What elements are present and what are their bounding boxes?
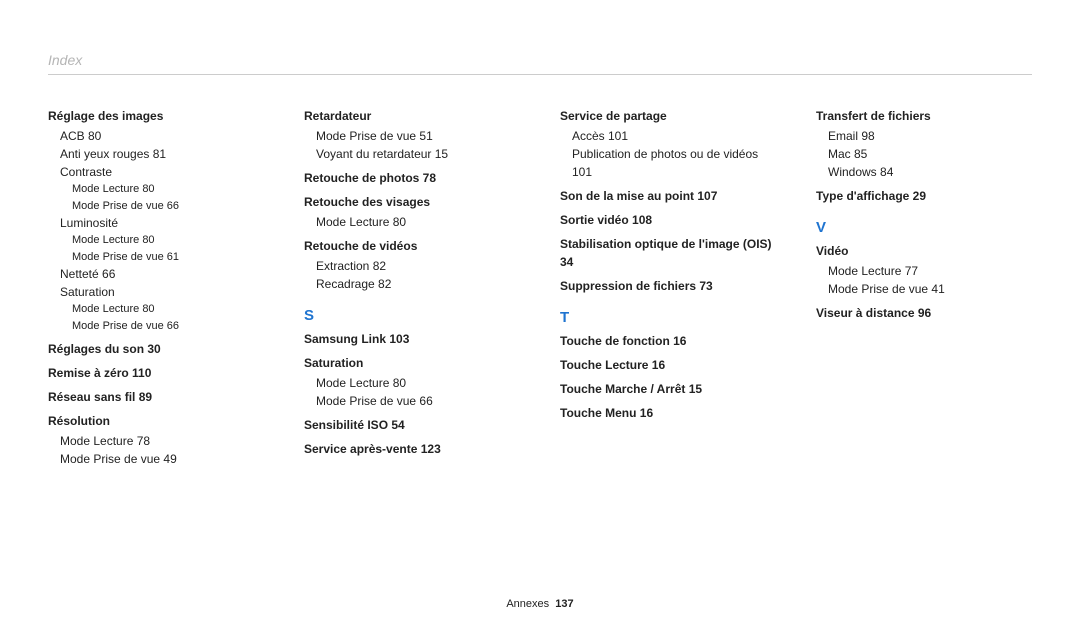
entry: Contraste	[48, 163, 264, 181]
entry-heading: Type d'affichage 29	[816, 187, 1032, 205]
page-footer: Annexes 137	[0, 598, 1080, 610]
entry-heading: Réseau sans fil 89	[48, 388, 264, 406]
entry: Recadrage 82	[304, 275, 520, 293]
entry-heading: Retardateur	[304, 107, 520, 125]
entry-heading: Sensibilité ISO 54	[304, 416, 520, 434]
entry: Netteté 66	[48, 265, 264, 283]
entry: Windows 84	[816, 163, 1032, 181]
column-2: Retardateur Mode Prise de vue 51 Voyant …	[304, 101, 520, 468]
entry-heading: Sortie vidéo 108	[560, 211, 776, 229]
entry: ACB 80	[48, 127, 264, 145]
entry: Anti yeux rouges 81	[48, 145, 264, 163]
column-4: Transfert de fichiers Email 98 Mac 85 Wi…	[816, 101, 1032, 468]
sub-entry: Mode Prise de vue 66	[48, 198, 264, 215]
entry-heading: Touche Menu 16	[560, 404, 776, 422]
entry-heading: Suppression de fichiers 73	[560, 277, 776, 295]
sub-entry: Mode Lecture 80	[48, 232, 264, 249]
entry: Mode Prise de vue 66	[304, 392, 520, 410]
entry: Mode Prise de vue 41	[816, 280, 1032, 298]
sub-entry: Mode Prise de vue 66	[48, 318, 264, 335]
entry: Accès 101	[560, 127, 776, 145]
entry-heading: Remise à zéro 110	[48, 364, 264, 382]
entry-heading: Service de partage	[560, 107, 776, 125]
footer-page-number: 137	[555, 598, 573, 610]
entry: Email 98	[816, 127, 1032, 145]
entry-heading: Stabilisation optique de l'image (OIS) 3…	[560, 235, 776, 271]
entry-heading: Son de la mise au point 107	[560, 187, 776, 205]
section-letter-t: T	[560, 309, 776, 326]
entry: Voyant du retardateur 15	[304, 145, 520, 163]
entry: Mode Prise de vue 49	[48, 450, 264, 468]
section-letter-s: S	[304, 307, 520, 324]
column-3: Service de partage Accès 101 Publication…	[560, 101, 776, 468]
sub-entry: Mode Lecture 80	[48, 301, 264, 318]
section-letter-v: V	[816, 219, 1032, 236]
sub-entry: Mode Prise de vue 61	[48, 249, 264, 266]
entry: Publication de photos ou de vidéos 101	[560, 145, 776, 181]
entry-heading: Retouche des visages	[304, 193, 520, 211]
entry-heading: Retouche de vidéos	[304, 237, 520, 255]
entry: Mode Prise de vue 51	[304, 127, 520, 145]
entry-heading: Touche de fonction 16	[560, 332, 776, 350]
entry: Mac 85	[816, 145, 1032, 163]
entry-heading: Retouche de photos 78	[304, 169, 520, 187]
entry-heading: Samsung Link 103	[304, 330, 520, 348]
entry: Luminosité	[48, 214, 264, 232]
entry: Mode Lecture 77	[816, 262, 1032, 280]
entry-heading: Saturation	[304, 354, 520, 372]
entry-heading: Vidéo	[816, 242, 1032, 260]
entry-heading: Viseur à distance 96	[816, 304, 1032, 322]
index-columns: Réglage des images ACB 80 Anti yeux roug…	[48, 81, 1032, 468]
entry: Extraction 82	[304, 257, 520, 275]
page-header: Index	[48, 52, 1032, 75]
entry: Mode Lecture 78	[48, 432, 264, 450]
entry: Saturation	[48, 283, 264, 301]
entry-heading: Transfert de fichiers	[816, 107, 1032, 125]
entry-heading: Réglage des images	[48, 107, 264, 125]
entry-heading: Touche Marche / Arrêt 15	[560, 380, 776, 398]
entry-heading: Service après-vente 123	[304, 440, 520, 458]
footer-section: Annexes	[506, 598, 549, 610]
entry-heading: Résolution	[48, 412, 264, 430]
entry: Mode Lecture 80	[304, 213, 520, 231]
entry-heading: Touche Lecture 16	[560, 356, 776, 374]
entry-heading: Réglages du son 30	[48, 340, 264, 358]
column-1: Réglage des images ACB 80 Anti yeux roug…	[48, 101, 264, 468]
sub-entry: Mode Lecture 80	[48, 181, 264, 198]
entry: Mode Lecture 80	[304, 374, 520, 392]
